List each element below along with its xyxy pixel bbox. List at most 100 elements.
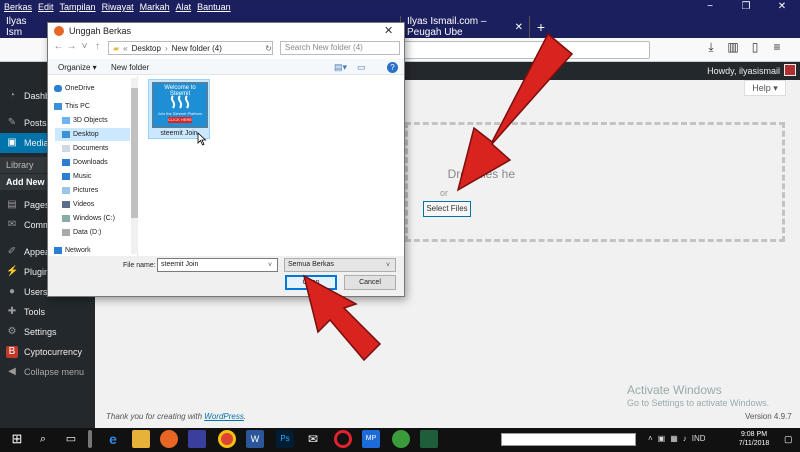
nav-label: Downloads (73, 159, 108, 166)
notification-icon[interactable]: ▢ (784, 434, 793, 445)
chevron-up-icon[interactable]: ˄ (648, 434, 653, 443)
file-explorer-icon[interactable] (132, 430, 150, 448)
thanks-suffix: . (243, 412, 247, 421)
path-desktop[interactable]: Desktop (132, 44, 161, 53)
close-window-button[interactable]: ✕ (764, 0, 800, 14)
taskbar-divider (88, 430, 92, 448)
app-green-icon[interactable] (392, 430, 410, 448)
chevron-down-icon[interactable]: ˅ (78, 41, 91, 52)
menu-markah[interactable]: Markah (140, 2, 170, 12)
taskbar-search-input[interactable] (501, 433, 636, 446)
refresh-icon[interactable]: ↻ (265, 44, 272, 53)
sidebar-label: Tools (24, 307, 46, 317)
close-tab-icon[interactable]: ✕ (515, 22, 523, 33)
computer-icon (54, 103, 62, 110)
wordpress-link[interactable]: WordPress (204, 412, 244, 421)
help-button[interactable]: Help ▾ (744, 80, 786, 96)
cancel-button[interactable]: Cancel (344, 275, 396, 290)
nav-label: Windows (C:) (73, 215, 116, 222)
nav-item-music[interactable]: Music (62, 170, 91, 183)
avatar[interactable] (784, 64, 796, 76)
view-mode-icon[interactable]: ▤▾ (334, 62, 347, 73)
network-icon[interactable]: ▦ (670, 434, 678, 443)
sidebar-item-cyptocurrency[interactable]: B Cyptocurrency (0, 342, 95, 362)
nav-item-downloads[interactable]: Downloads (62, 156, 108, 169)
open-button[interactable]: Open (285, 275, 337, 290)
menu-bantuan[interactable]: Bantuan (197, 2, 231, 12)
brush-icon: ✐ (7, 246, 17, 257)
nav-item-this-pc[interactable]: This PC (54, 100, 90, 113)
app-dark-green-icon[interactable] (420, 430, 438, 448)
sidebar-item-tools[interactable]: ✚ Tools (0, 302, 95, 322)
nav-item-videos[interactable]: Videos (62, 198, 94, 211)
preview-pane-icon[interactable]: ▭ (357, 62, 366, 73)
search-icon[interactable]: ⌕ (34, 430, 52, 448)
menu-berkas[interactable]: Berkas (4, 2, 32, 12)
nav-label: OneDrive (65, 85, 95, 92)
nav-item-documents[interactable]: Documents (62, 142, 108, 155)
mail-icon[interactable]: ✉ (304, 430, 322, 448)
menu-alat[interactable]: Alat (176, 2, 192, 12)
nav-label: 3D Objects (73, 117, 108, 124)
maximize-button[interactable]: ❐ (728, 0, 764, 14)
up-arrow-icon[interactable]: ↑ (91, 41, 104, 52)
start-windows-icon[interactable]: ⊞ (8, 430, 26, 448)
download-icon[interactable]: ⤓ (700, 40, 722, 55)
task-view-icon[interactable]: ▭ (62, 430, 80, 448)
sidebar-label: Cyptocurrency (24, 347, 83, 357)
new-folder-button[interactable]: New folder (111, 63, 149, 72)
help-icon[interactable]: ? (387, 62, 398, 73)
dialog-close-icon[interactable]: ✕ (384, 24, 393, 37)
language-indicator[interactable]: IND (692, 434, 706, 443)
hamburger-menu-icon[interactable]: ≡ (766, 40, 788, 55)
sidebar-label: Collapse menu (24, 367, 85, 377)
nav-item-onedrive[interactable]: OneDrive (54, 82, 95, 95)
path-new-folder[interactable]: New folder (4) (172, 44, 222, 53)
howdy-text[interactable]: Howdy, ilyasismail (707, 66, 780, 76)
nav-item-pictures[interactable]: Pictures (62, 184, 98, 197)
new-tab-button[interactable]: + (533, 16, 549, 38)
menu-riwayat[interactable]: Riwayat (102, 2, 134, 12)
tab-ilyas-ism[interactable]: Ilyas Ism (0, 16, 50, 38)
word-icon[interactable]: W (246, 430, 264, 448)
chrome-icon[interactable] (218, 430, 236, 448)
dialog-path-bar[interactable]: ▰ « Desktop › New folder (4) ↻ (108, 41, 273, 55)
photoshop-icon[interactable]: Ps (276, 430, 294, 448)
collapse-menu-button[interactable]: ◀ Collapse menu (0, 362, 95, 382)
tab-label: Ilyas Ismail.com – Peugah Ube (407, 16, 487, 38)
tab-ilyasismail[interactable]: Ilyas Ismail.com – Peugah Ube ✕ (400, 16, 530, 38)
chevron-down-icon[interactable]: ˅ (268, 262, 272, 269)
edge-icon[interactable]: e (104, 430, 122, 448)
wrench-icon: ✚ (7, 306, 17, 317)
clock[interactable]: 9:08 PM 7/11/2018 (735, 430, 773, 448)
nav-scrollbar-thumb[interactable] (131, 88, 138, 218)
opera-icon[interactable] (334, 430, 352, 448)
nav-item-data-d[interactable]: Data (D:) (62, 226, 101, 239)
nav-item-windows-c[interactable]: Windows (C:) (62, 212, 115, 225)
nav-item-desktop[interactable]: Desktop (55, 128, 130, 141)
store-icon[interactable] (188, 430, 206, 448)
firefox-icon[interactable] (160, 430, 178, 448)
chevron-down-icon[interactable]: ˅ (386, 262, 390, 269)
organize-button[interactable]: Organize ▾ (58, 63, 97, 72)
clock-time: 9:08 PM (740, 431, 768, 438)
sidebar-item-settings[interactable]: ⚙ Settings (0, 322, 95, 342)
volume-icon[interactable]: ♪ (683, 434, 687, 443)
sidebar-icon[interactable]: ▯ (744, 40, 766, 55)
nav-item-network[interactable]: Network (54, 246, 91, 255)
file-name-input[interactable]: steemit Join (157, 258, 278, 272)
forward-arrow-icon[interactable]: → (65, 41, 78, 52)
tray-app-icon[interactable]: ▣ (658, 434, 666, 443)
back-arrow-icon[interactable]: ← (52, 41, 65, 52)
file-type-select[interactable]: Semua Berkas (284, 258, 396, 272)
menu-tampilan[interactable]: Tampilan (60, 2, 96, 12)
select-files-button[interactable]: Select Files (423, 201, 471, 217)
drop-zone[interactable] (405, 122, 785, 242)
minimize-button[interactable]: − (692, 0, 728, 14)
thumbnail-button: CLICK HERE (168, 117, 193, 123)
media-player-icon[interactable]: MP (362, 430, 380, 448)
dialog-search-input[interactable]: Search New folder (4) (280, 41, 400, 55)
menu-edit[interactable]: Edit (38, 2, 54, 12)
nav-item-3d-objects[interactable]: 3D Objects (62, 114, 108, 127)
library-icon[interactable]: ▥ (722, 40, 744, 55)
